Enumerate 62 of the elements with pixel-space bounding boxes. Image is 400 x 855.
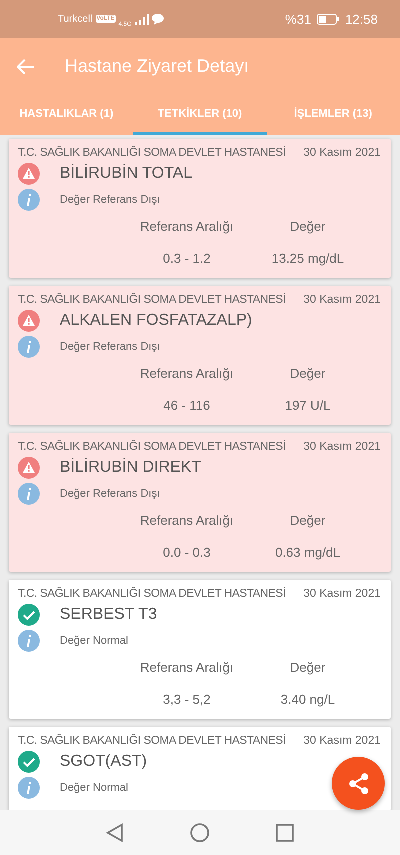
signal-icon (134, 14, 149, 24)
result-value: 13.25 mg/dL (272, 251, 344, 266)
info-icon (18, 630, 40, 652)
test-name: SERBEST T3 (60, 606, 158, 624)
column-label: Referans Aralığı (140, 513, 234, 528)
hospital-name: T.C. SAĞLIK BAKANLIĞI SOMA DEVLET HASTANESİ (18, 441, 286, 453)
column-label: Referans Aralığı (140, 219, 234, 234)
reference-range: 0.3 - 1.2 (163, 251, 211, 266)
reference-range: 3,3 - 5,2 (163, 692, 211, 707)
result-date: 30 Kasım 2021 (304, 735, 381, 747)
home-nav-icon[interactable] (190, 822, 210, 842)
message-icon (152, 14, 164, 24)
result-value: 3.40 ng/L (280, 692, 336, 707)
test-name: BİLİRUBİN DIREKT (60, 459, 202, 477)
warning-icon (18, 457, 40, 479)
check-icon (18, 751, 40, 773)
result-value: 197 U/L (285, 398, 331, 413)
test-name: SGOT(AST) (60, 753, 148, 771)
info-icon (18, 483, 40, 505)
recents-nav-icon[interactable] (276, 824, 294, 842)
result-date: 30 Kasım 2021 (304, 588, 381, 600)
column-label: Referans Aralığı (140, 660, 234, 675)
test-result-card[interactable]: T.C. SAĞLIK BAKANLIĞI SOMA DEVLET HASTANESİ 30 Kasım 2021 BİLİRUBİN DIREKT Değer Referans Dışı Referans Aralığı Değer 0.0 - 0.3 0.63 mg/dL (9, 433, 391, 572)
battery-icon (317, 14, 340, 24)
warning-icon (18, 310, 40, 332)
hospital-name: T.C. SAĞLIK BAKANLIĞI SOMA DEVLET HASTANESİ (18, 147, 286, 159)
info-icon (18, 189, 40, 211)
check-icon (18, 604, 40, 626)
result-note: Değer Normal (60, 782, 128, 794)
result-date: 30 Kasım 2021 (304, 294, 381, 306)
test-name: BİLİRUBİN TOTAL (60, 165, 192, 183)
test-result-card[interactable]: T.C. SAĞLIK BAKANLIĞI SOMA DEVLET HASTANESİ 30 Kasım 2021 BİLİRUBİN TOTAL Değer Referans Dışı Referans Aralığı Değer 0.3 - 1.2 13.25 mg/dL (9, 139, 391, 278)
clock: 12:58 (345, 12, 378, 26)
hospital-name: T.C. SAĞLIK BAKANLIĞI SOMA DEVLET HASTANESİ (18, 735, 286, 747)
info-icon (18, 777, 40, 799)
result-note: Değer Referans Dışı (60, 488, 160, 500)
column-label: Referans Aralığı (140, 366, 234, 381)
reference-range: 0.0 - 0.3 (163, 545, 211, 560)
column-label: Değer (290, 513, 326, 528)
result-date: 30 Kasım 2021 (304, 147, 381, 159)
result-note: Değer Referans Dışı (60, 341, 160, 353)
column-label: Değer (290, 660, 326, 675)
carrier-name: Turkcell (58, 14, 93, 24)
screen-title: Hastane Ziyaret Detayı (65, 56, 250, 77)
result-note: Değer Normal (60, 635, 128, 647)
back-nav-icon[interactable] (106, 822, 124, 842)
test-name: ALKALEN FOSFATAZALP) (60, 312, 252, 330)
result-date: 30 Kasım 2021 (304, 441, 381, 453)
test-result-card[interactable]: T.C. SAĞLIK BAKANLIĞI SOMA DEVLET HASTANESİ 30 Kasım 2021 ALKALEN FOSFATAZALP) Değer Referans Dışı Referans Aralığı Değer 46 - 116 197 U/L (9, 286, 391, 425)
share-icon (348, 772, 370, 794)
battery-percent: %31 (285, 12, 312, 26)
result-value: 0.63 mg/dL (275, 545, 341, 560)
reference-range: 46 - 116 (164, 398, 210, 413)
warning-icon (18, 163, 40, 185)
info-icon (18, 336, 40, 358)
hospital-name: T.C. SAĞLIK BAKANLIĞI SOMA DEVLET HASTANESİ (18, 588, 286, 600)
column-label: Değer (290, 219, 326, 234)
test-result-card[interactable]: T.C. SAĞLIK BAKANLIĞI SOMA DEVLET HASTANESİ 30 Kasım 2021 SGOT(AST) Değer Normal (9, 727, 391, 810)
hospital-name: T.C. SAĞLIK BAKANLIĞI SOMA DEVLET HASTANESİ (18, 294, 286, 306)
column-label: Değer (290, 366, 326, 381)
test-result-card[interactable]: T.C. SAĞLIK BAKANLIĞI SOMA DEVLET HASTANESİ 30 Kasım 2021 SERBEST T3 Değer Normal Referans Aralığı Değer 3,3 - 5,2 3.40 ng/L (9, 580, 391, 719)
result-note: Değer Referans Dışı (60, 194, 160, 206)
